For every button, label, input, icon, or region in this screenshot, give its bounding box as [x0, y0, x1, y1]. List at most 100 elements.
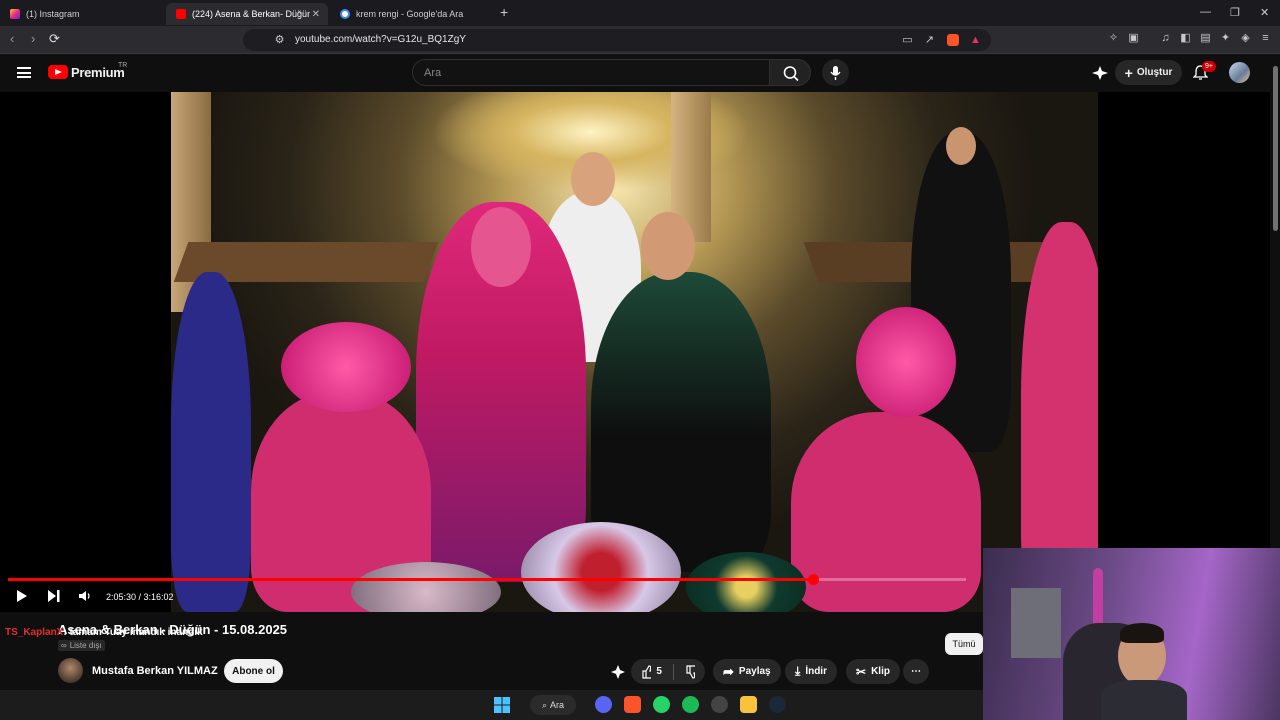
wallet-icon[interactable]: ▤	[1199, 32, 1212, 45]
player-controls: 2:05:30 / 3:16:02	[0, 584, 980, 610]
download-label: İndir	[805, 666, 827, 677]
share-page-icon[interactable]: ↗	[923, 34, 936, 47]
guitar	[1093, 568, 1103, 628]
browser-toolbar: ‹ › ⟳ ▯ ⚙ youtube.com/watch?v=G12u_BQ1Zg…	[0, 26, 1280, 54]
brave-shields-icon[interactable]	[947, 34, 959, 46]
channel-name[interactable]: Mustafa Berkan YILMAZ	[92, 665, 218, 677]
youtube-icon	[176, 9, 186, 19]
like-count: 5	[656, 666, 662, 677]
download-button[interactable]: ⤓ İndir	[785, 659, 837, 684]
reload-icon[interactable]: ⟳	[49, 31, 60, 47]
shelf	[1011, 588, 1061, 658]
create-label: Oluştur	[1136, 67, 1173, 78]
search-button[interactable]	[769, 59, 811, 86]
chat-text: : tamam Tuay inandık inandık	[63, 627, 203, 638]
forward-icon[interactable]: ›	[31, 31, 35, 46]
download-icon: ⤓	[795, 664, 801, 678]
chat-username: TS_KaplanX	[5, 627, 64, 638]
unlisted-label: Liste dışı	[69, 641, 102, 650]
brand-label[interactable]: Premium	[71, 65, 125, 80]
minimize-icon[interactable]: —	[1200, 6, 1211, 18]
next-icon[interactable]	[47, 589, 61, 603]
tab-label: (1) Instagram	[26, 9, 80, 19]
url-text: youtube.com/watch?v=G12u_BQ1ZgY	[295, 34, 466, 45]
brave-rewards-icon[interactable]: ▲	[969, 34, 982, 47]
video-frame	[171, 92, 1098, 612]
create-button[interactable]: + Oluştur	[1115, 60, 1182, 85]
region-label: TR	[118, 62, 128, 69]
close-window-icon[interactable]: ✕	[1260, 6, 1269, 19]
tab-label: (224) Asena & Berkan- Düğün -	[192, 9, 310, 19]
time-display: 2:05:30 / 3:16:02	[106, 592, 174, 602]
sparkle-icon[interactable]	[1091, 65, 1109, 81]
new-tab-button[interactable]: +	[500, 4, 508, 20]
discord-icon[interactable]	[595, 696, 612, 713]
taskbar-search-label: Ara	[550, 700, 565, 710]
media-icon[interactable]: ♫	[1159, 32, 1172, 45]
clip-label: Klip	[871, 666, 890, 677]
youtube-masthead: Premium TR Ara + Oluştur 9+	[0, 54, 1270, 92]
brave-icon[interactable]	[624, 696, 641, 713]
share-button[interactable]: ➦ Paylaş	[713, 659, 781, 684]
menu-icon[interactable]: ≡	[1259, 32, 1272, 45]
guest-face	[946, 127, 976, 165]
screenshot-icon[interactable]: ▣	[1127, 32, 1140, 45]
flower-hat-left	[281, 322, 411, 412]
chatgpt-icon[interactable]	[711, 696, 728, 713]
search-input[interactable]: Ara	[412, 59, 770, 86]
bridesmaid-right	[791, 412, 981, 612]
notification-count: 9+	[1202, 61, 1216, 72]
bride-veil	[471, 207, 531, 287]
site-settings-icon[interactable]: ⚙	[273, 34, 286, 47]
windows-taskbar: ⌕ Ara	[0, 690, 983, 720]
whatsapp-icon[interactable]	[653, 696, 670, 713]
clip-button[interactable]: ✂ Klip	[846, 659, 900, 684]
leo-ai-icon[interactable]: ✦	[1219, 32, 1232, 45]
stream-chat-message: TS_KaplanX: tamam Tuay inandık inandık	[5, 627, 203, 638]
divider	[672, 663, 674, 680]
tab-instagram[interactable]: (1) Instagram	[0, 3, 165, 25]
tab-google-search[interactable]: krem rengi - Google'da Ara	[330, 3, 495, 25]
link-icon: ∞	[61, 641, 67, 650]
more-icon: ⋯	[911, 666, 921, 677]
vpn-icon[interactable]: ◈	[1239, 32, 1252, 45]
groomsman-face	[571, 152, 615, 206]
voice-search-button[interactable]	[822, 59, 849, 86]
extensions-icon[interactable]: ✧	[1107, 32, 1120, 45]
share-label: Paylaş	[738, 666, 771, 677]
account-avatar[interactable]	[1229, 62, 1250, 83]
windows-start-icon[interactable]	[494, 697, 510, 713]
flower-hat-right	[856, 307, 956, 417]
page-scrollbar[interactable]	[1270, 54, 1280, 548]
youtube-logo-icon[interactable]	[48, 65, 68, 79]
volume-icon[interactable]	[78, 589, 92, 603]
file-explorer-icon[interactable]	[740, 696, 757, 713]
filter-chip-all[interactable]: Tümü	[945, 633, 983, 655]
progress-bar[interactable]	[8, 574, 966, 585]
groom-face	[641, 212, 695, 280]
subscribe-button[interactable]: Abone ol	[224, 659, 283, 683]
share-icon: ➦	[723, 663, 734, 679]
instagram-icon	[10, 9, 20, 19]
spotify-icon[interactable]	[682, 696, 699, 713]
dislike-icon[interactable]	[685, 664, 695, 679]
plus-icon: +	[1124, 64, 1133, 81]
unlisted-badge: ∞ Liste dışı	[58, 640, 105, 651]
restore-icon[interactable]: ❐	[1230, 6, 1240, 19]
video-player[interactable]: 2:05:30 / 3:16:02	[0, 92, 1270, 612]
ask-ai-icon[interactable]	[610, 664, 626, 680]
tab-youtube-video[interactable]: (224) Asena & Berkan- Düğün - ✕	[166, 3, 328, 25]
pip-icon[interactable]: ▭	[901, 34, 914, 47]
more-actions-button[interactable]: ⋯	[903, 659, 929, 684]
like-icon[interactable]	[641, 664, 652, 679]
close-tab-icon[interactable]: ✕	[312, 9, 320, 20]
channel-avatar[interactable]	[58, 658, 83, 683]
play-icon[interactable]	[15, 589, 29, 603]
back-icon[interactable]: ‹	[10, 31, 14, 46]
taskbar-search[interactable]: ⌕ Ara	[530, 695, 576, 715]
steam-icon[interactable]	[769, 696, 786, 713]
address-bar[interactable]: ⚙ youtube.com/watch?v=G12u_BQ1ZgY ▭ ↗ ▲	[243, 29, 991, 51]
scrollbar-thumb[interactable]	[1273, 66, 1278, 231]
sidebar-icon[interactable]: ◧	[1179, 32, 1192, 45]
guide-menu-icon[interactable]	[17, 67, 31, 78]
